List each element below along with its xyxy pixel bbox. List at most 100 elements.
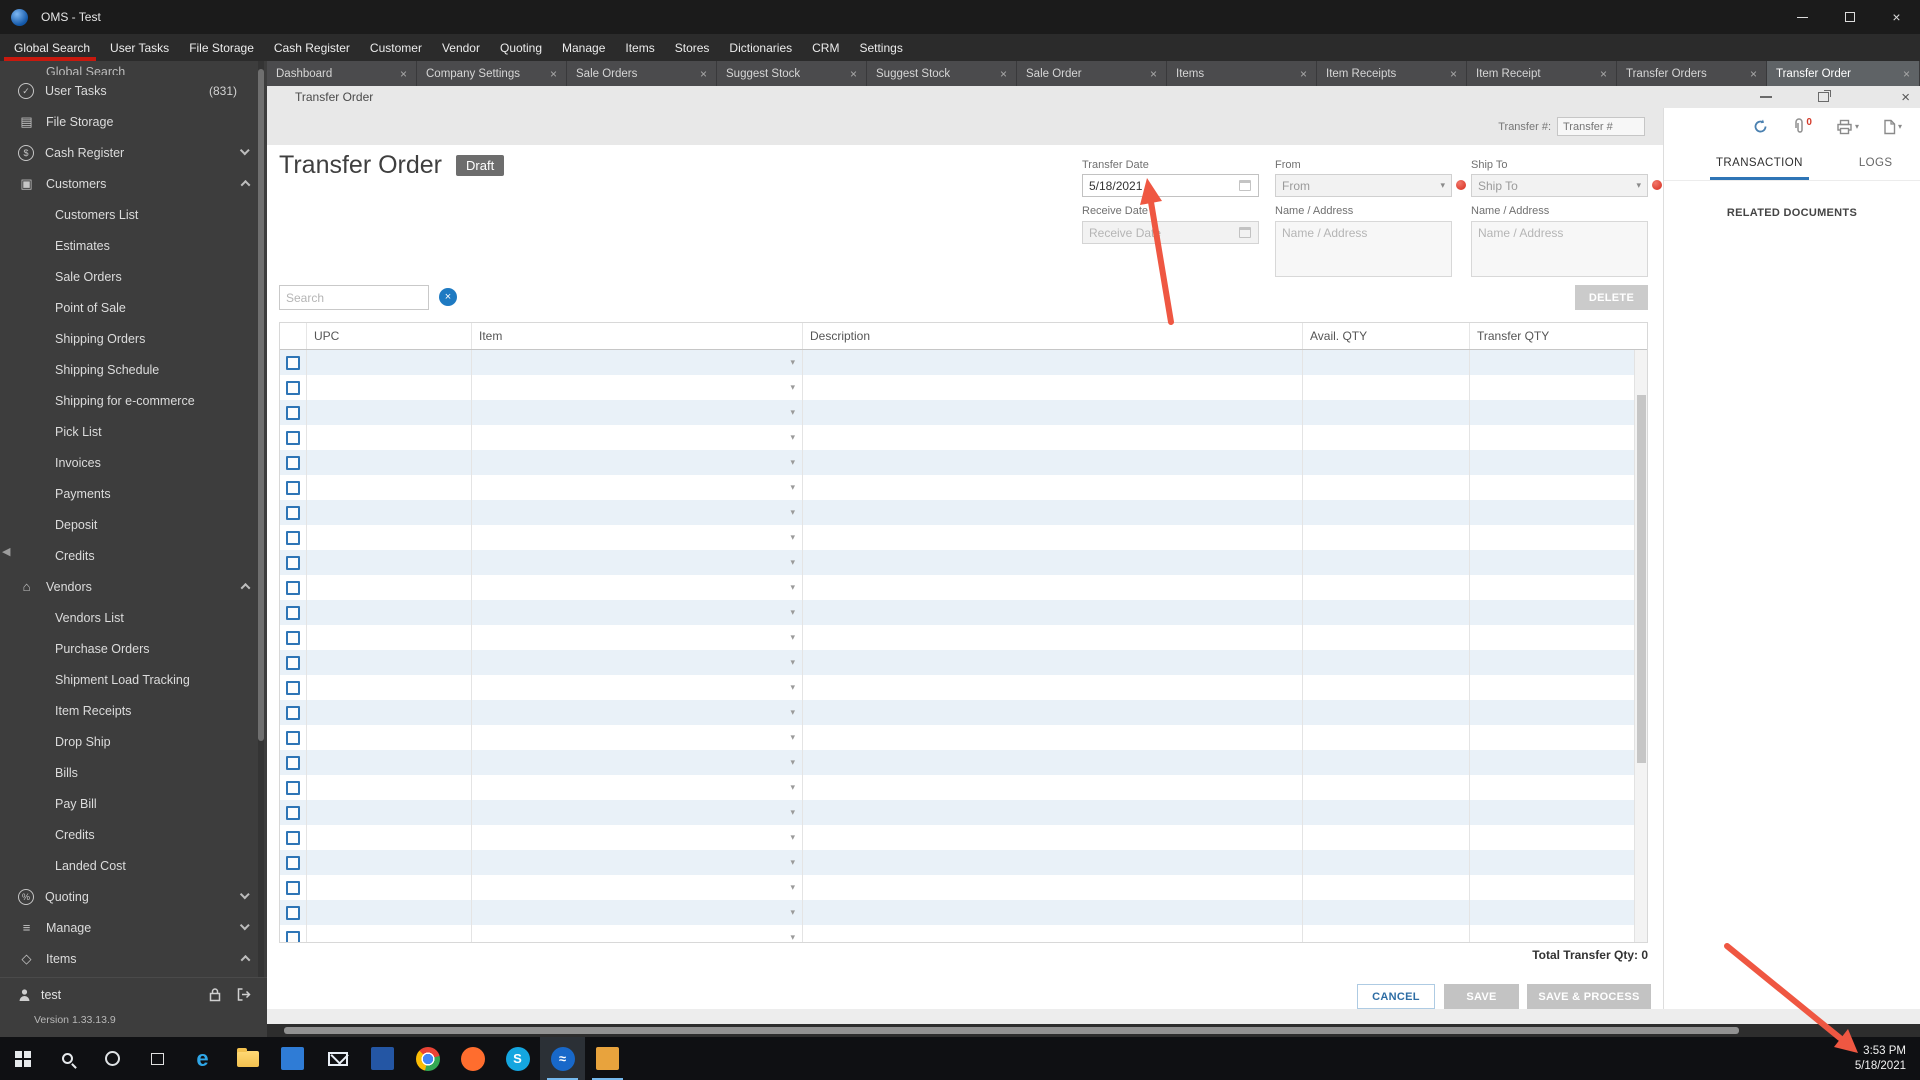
taskbar-search-icon[interactable] — [45, 1037, 90, 1080]
table-cell-description[interactable] — [803, 775, 1303, 800]
table-cell-upc[interactable] — [307, 650, 472, 675]
taskbar-clock[interactable]: 3:53 PM 5/18/2021 — [1855, 1044, 1920, 1074]
dropdown-icon[interactable]: ▾ — [790, 507, 795, 518]
sidebar-item-landed-cost[interactable]: Landed Cost — [0, 850, 267, 881]
table-cell-description[interactable] — [803, 675, 1303, 700]
table-cell-description[interactable] — [803, 825, 1303, 850]
menu-user-tasks[interactable]: User Tasks — [100, 34, 179, 61]
table-cell-item[interactable]: ▾ — [472, 825, 803, 850]
table-cell-item[interactable]: ▾ — [472, 350, 803, 375]
sidebar-item-shipping-orders[interactable]: Shipping Orders — [0, 323, 267, 354]
dropdown-icon[interactable]: ▾ — [790, 382, 795, 393]
dropdown-icon[interactable]: ▾ — [790, 582, 795, 593]
table-cell-upc[interactable] — [307, 400, 472, 425]
tab-close-icon[interactable]: × — [994, 67, 1007, 81]
table-cell-transfer-qty[interactable] — [1470, 550, 1635, 575]
horizontal-scrollbar[interactable] — [267, 1024, 1920, 1037]
row-checkbox[interactable] — [286, 480, 300, 495]
row-checkbox[interactable] — [286, 430, 300, 445]
tab-item-receipts[interactable]: Item Receipts × — [1317, 61, 1466, 86]
tab-close-icon[interactable]: × — [1444, 67, 1457, 81]
dropdown-icon[interactable]: ▾ — [790, 682, 795, 693]
row-checkbox[interactable] — [286, 530, 300, 545]
table-cell-transfer-qty[interactable] — [1470, 925, 1635, 942]
table-cell-upc[interactable] — [307, 875, 472, 900]
sidebar-item-file-storage[interactable]: ▤ File Storage — [0, 106, 267, 137]
table-cell-description[interactable] — [803, 650, 1303, 675]
row-checkbox[interactable] — [286, 655, 300, 670]
table-cell-description[interactable] — [803, 875, 1303, 900]
row-checkbox[interactable] — [286, 405, 300, 420]
sidebar-item-customers-list[interactable]: Customers List — [0, 199, 267, 230]
ship-name-textarea[interactable] — [1471, 221, 1648, 277]
calendar-icon[interactable] — [1239, 180, 1251, 191]
menu-customer[interactable]: Customer — [360, 34, 432, 61]
row-checkbox[interactable] — [286, 355, 300, 370]
row-checkbox[interactable] — [286, 680, 300, 695]
minimize-button[interactable] — [1779, 0, 1826, 34]
row-checkbox[interactable] — [286, 455, 300, 470]
table-cell-transfer-qty[interactable] — [1470, 600, 1635, 625]
save-button[interactable]: SAVE — [1444, 984, 1519, 1009]
taskbar-capture-tool-icon[interactable] — [585, 1037, 630, 1080]
table-cell-item[interactable]: ▾ — [472, 575, 803, 600]
sync-icon[interactable] — [1752, 118, 1769, 135]
dropdown-icon[interactable]: ▾ — [790, 557, 795, 568]
sidebar-scrollbar[interactable] — [258, 61, 264, 1037]
sidebar-scrollbar-thumb[interactable] — [258, 69, 264, 741]
table-cell-upc[interactable] — [307, 850, 472, 875]
tab-close-icon[interactable]: × — [544, 67, 557, 81]
taskbar-app-blue-icon[interactable] — [360, 1037, 405, 1080]
taskbar-chrome-icon[interactable] — [405, 1037, 450, 1080]
taskbar-start-icon[interactable] — [0, 1037, 45, 1080]
attachment-icon[interactable]: 0 — [1793, 117, 1812, 135]
table-cell-description[interactable] — [803, 725, 1303, 750]
row-checkbox[interactable] — [286, 380, 300, 395]
table-cell-description[interactable] — [803, 450, 1303, 475]
menu-quoting[interactable]: Quoting — [490, 34, 552, 61]
row-checkbox[interactable] — [286, 755, 300, 770]
sidebar-item-customers[interactable]: ▣ Customers — [0, 168, 267, 199]
table-cell-description[interactable] — [803, 700, 1303, 725]
tab-close-icon[interactable]: × — [694, 67, 707, 81]
table-cell-upc[interactable] — [307, 800, 472, 825]
table-scrollbar[interactable] — [1634, 350, 1647, 942]
sidebar-item-credits[interactable]: Credits — [0, 819, 267, 850]
table-cell-item[interactable]: ▾ — [472, 650, 803, 675]
table-cell-description[interactable] — [803, 625, 1303, 650]
dropdown-icon[interactable]: ▾ — [790, 607, 795, 618]
dropdown-icon[interactable]: ▾ — [790, 532, 795, 543]
menu-manage[interactable]: Manage — [552, 34, 615, 61]
new-document-dropdown-icon[interactable]: ▾ — [1898, 122, 1902, 131]
sidebar-item-shipping-schedule[interactable]: Shipping Schedule — [0, 354, 267, 385]
table-cell-description[interactable] — [803, 475, 1303, 500]
tab-suggest-stock[interactable]: Suggest Stock × — [717, 61, 866, 86]
table-cell-item[interactable]: ▾ — [472, 600, 803, 625]
row-checkbox[interactable] — [286, 605, 300, 620]
menu-dictionaries[interactable]: Dictionaries — [719, 34, 802, 61]
logout-icon[interactable] — [236, 987, 252, 1002]
sidebar-item-payments[interactable]: Payments — [0, 478, 267, 509]
taskbar-task-view-icon[interactable] — [135, 1037, 180, 1080]
table-cell-description[interactable] — [803, 400, 1303, 425]
table-cell-item[interactable]: ▾ — [472, 625, 803, 650]
from-name-textarea[interactable] — [1275, 221, 1452, 277]
sidebar-item-cash-register[interactable]: $ Cash Register — [0, 137, 267, 168]
dropdown-icon[interactable]: ▾ — [790, 457, 795, 468]
sidebar-item-quoting[interactable]: % Quoting — [0, 881, 267, 912]
taskbar-edge-icon[interactable]: e — [180, 1037, 225, 1080]
clear-search-icon[interactable]: × — [439, 288, 457, 306]
table-cell-transfer-qty[interactable] — [1470, 475, 1635, 500]
table-cell-upc[interactable] — [307, 900, 472, 925]
row-checkbox[interactable] — [286, 855, 300, 870]
menu-cash-register[interactable]: Cash Register — [264, 34, 360, 61]
table-cell-item[interactable]: ▾ — [472, 675, 803, 700]
transfer-date-input[interactable] — [1082, 174, 1259, 197]
sidebar-item-bills[interactable]: Bills — [0, 757, 267, 788]
row-checkbox[interactable] — [286, 905, 300, 920]
search-input[interactable] — [279, 285, 429, 310]
table-cell-transfer-qty[interactable] — [1470, 350, 1635, 375]
dropdown-icon[interactable]: ▾ — [790, 832, 795, 843]
row-checkbox[interactable] — [286, 580, 300, 595]
table-cell-transfer-qty[interactable] — [1470, 425, 1635, 450]
